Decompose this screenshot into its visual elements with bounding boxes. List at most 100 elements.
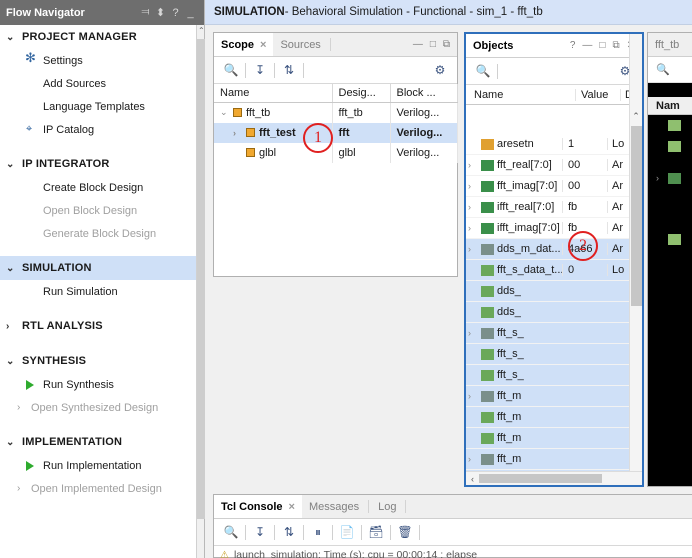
maximize-icon[interactable]: □ [430, 39, 436, 50]
scrollbar-thumb[interactable] [197, 39, 205, 519]
float-icon[interactable]: ⧉ [612, 40, 619, 51]
search-icon[interactable]: 🔍 [220, 525, 242, 539]
chevron-right-icon[interactable]: › [233, 128, 246, 138]
collapse-all-icon[interactable]: ↧ [249, 63, 271, 77]
object-row-dds-2[interactable]: dds_ [466, 302, 629, 323]
objects-vertical-scrollbar[interactable]: ⌃ [629, 34, 642, 485]
object-row-fft-s-3[interactable]: fft_s_ [466, 365, 629, 386]
sidebar-item-run-simulation[interactable]: Run Simulation [0, 280, 196, 303]
sidebar-item-language-templates[interactable]: Language Templates [0, 95, 196, 118]
sidebar-group-implementation[interactable]: ⌄ IMPLEMENTATION [0, 430, 196, 454]
sidebar-group-simulation[interactable]: ⌄ SIMULATION [0, 256, 196, 280]
chevron-right-icon[interactable]: › [468, 244, 481, 254]
close-icon[interactable]: × [260, 39, 266, 51]
object-row-fft-real[interactable]: › fft_real[7:0] 00 Ar [466, 155, 629, 176]
column-header-design[interactable]: Desig... [332, 84, 391, 103]
chevron-right-icon[interactable]: › [468, 181, 481, 191]
collapse-icon[interactable]: ↧ [249, 525, 271, 539]
sidebar-group-synthesis[interactable]: ⌄ SYNTHESIS [0, 349, 196, 373]
sidebar-item-generate-block-design[interactable]: Generate Block Design [0, 222, 196, 245]
column-header-name[interactable]: Name [214, 84, 333, 103]
help-icon[interactable]: ? [168, 7, 183, 19]
chevron-right-icon[interactable]: › [468, 223, 481, 233]
tab-scope[interactable]: Scope × [214, 33, 274, 56]
minimize-icon[interactable]: — [413, 39, 423, 50]
search-icon[interactable]: 🔍 [656, 63, 670, 76]
object-row-ifft-imag[interactable]: › ifft_imag[7:0] fb Ar [466, 218, 629, 239]
sidebar-item-settings[interactable]: Settings [0, 49, 196, 72]
object-row-dds-1[interactable]: dds_ [466, 281, 629, 302]
chevron-right-icon[interactable]: › [656, 173, 668, 183]
sidebar-item-open-implemented-design[interactable]: › Open Implemented Design [0, 477, 196, 500]
object-row-fft-s-data-t[interactable]: fft_s_data_t... 0 Lo [466, 260, 629, 281]
chevron-right-icon[interactable]: › [468, 160, 481, 170]
object-row-fft-m-4[interactable]: › fft_m [466, 449, 629, 470]
objects-horizontal-scrollbar[interactable]: ‹ [466, 471, 642, 485]
expand-icon[interactable]: ⬍ [153, 6, 168, 19]
tab-tcl-console[interactable]: Tcl Console × [214, 495, 302, 518]
close-icon[interactable]: × [289, 501, 295, 513]
table-row[interactable]: ⌄ fft_tb fft_tb Verilog... [214, 102, 458, 123]
object-row-fft-m-2[interactable]: fft_m [466, 407, 629, 428]
object-row-fft-imag[interactable]: › fft_imag[7:0] 00 Ar [466, 176, 629, 197]
object-row-fft-s-2[interactable]: fft_s_ [466, 344, 629, 365]
minimize-icon[interactable]: — [582, 40, 592, 51]
scroll-left-icon[interactable]: ‹ [466, 474, 479, 484]
table-row[interactable]: glbl glbl Verilog... [214, 142, 458, 163]
flow-navigator-scrollbar[interactable]: ⌃ [196, 25, 205, 558]
chevron-right-icon[interactable]: › [468, 391, 481, 401]
expand-all-icon[interactable]: ⇅ [278, 63, 300, 77]
wave-row[interactable]: › [648, 157, 692, 199]
object-row-aresetn[interactable]: aresetn 1 Lo [466, 134, 629, 155]
scrollbar-thumb[interactable] [479, 474, 602, 483]
tab-fft-tb[interactable]: fft_tb [655, 39, 679, 51]
sidebar-item-open-synthesized-design[interactable]: › Open Synthesized Design [0, 396, 196, 419]
column-header-name[interactable]: Name [466, 89, 575, 101]
tab-messages[interactable]: Messages [302, 495, 366, 518]
report-icon[interactable]: 🗃 [365, 525, 387, 539]
wave-row[interactable] [648, 115, 692, 136]
scroll-up-icon[interactable]: ⌃ [198, 26, 205, 36]
collapse-all-icon[interactable]: ⫤ [138, 6, 153, 19]
search-icon[interactable]: 🔍 [472, 64, 494, 78]
sidebar-item-create-block-design[interactable]: Create Block Design [0, 176, 196, 199]
object-row-ifft-real[interactable]: › ifft_real[7:0] fb Ar [466, 197, 629, 218]
flow-navigator-titlebar: Flow Navigator ⫤ ⬍ ? _ [0, 0, 204, 25]
pause-icon[interactable]: ⏸ [307, 525, 329, 540]
clear-icon[interactable]: 🗑 [394, 525, 416, 539]
chevron-right-icon[interactable]: › [468, 454, 481, 464]
column-header-block[interactable]: Block ... [390, 84, 458, 103]
sidebar-group-ip-integrator[interactable]: ⌄ IP INTEGRATOR [0, 152, 196, 176]
chevron-down-icon[interactable]: ⌄ [220, 107, 233, 118]
column-header-value[interactable]: Value [575, 88, 620, 101]
chevron-right-icon[interactable]: › [468, 328, 481, 338]
help-icon[interactable]: ? [570, 40, 576, 51]
sidebar-item-run-synthesis[interactable]: Run Synthesis [0, 373, 196, 396]
sidebar-item-run-implementation[interactable]: Run Implementation [0, 454, 196, 477]
settings-gear-icon[interactable]: ⚙ [429, 63, 451, 77]
sidebar-item-open-block-design[interactable]: Open Block Design [0, 199, 196, 222]
copy-icon[interactable]: 📄 [336, 525, 358, 539]
object-row-dds-m-data[interactable]: › dds_m_dat... 4a66 Ar [466, 239, 629, 260]
wave-row[interactable] [648, 229, 692, 250]
sidebar-group-rtl-analysis[interactable]: › RTL ANALYSIS [0, 314, 196, 338]
object-row-fft-s-1[interactable]: › fft_s_ [466, 323, 629, 344]
float-icon[interactable]: ⧉ [443, 39, 450, 50]
tab-log[interactable]: Log [371, 495, 403, 518]
object-row-fft-m-3[interactable]: fft_m [466, 428, 629, 449]
table-row[interactable]: › fft_test fft Verilog... [214, 122, 458, 143]
tab-objects[interactable]: Objects [466, 34, 521, 57]
sidebar-group-project-manager[interactable]: ⌄ PROJECT MANAGER [0, 25, 196, 49]
sidebar-item-add-sources[interactable]: Add Sources [0, 72, 196, 95]
chevron-right-icon[interactable]: › [468, 202, 481, 212]
search-icon[interactable]: 🔍 [220, 63, 242, 77]
expand-icon[interactable]: ⇅ [278, 525, 300, 539]
scrollbar-thumb[interactable] [631, 126, 642, 306]
object-row-fft-m-1[interactable]: › fft_m [466, 386, 629, 407]
wave-row[interactable] [648, 136, 692, 157]
tab-sources[interactable]: Sources [273, 33, 327, 56]
sidebar-item-ip-catalog[interactable]: ⌖ IP Catalog [0, 118, 196, 141]
maximize-icon[interactable]: □ [599, 40, 605, 51]
scroll-up-icon[interactable]: ⌃ [630, 110, 642, 122]
minimize-icon[interactable]: _ [183, 7, 198, 19]
